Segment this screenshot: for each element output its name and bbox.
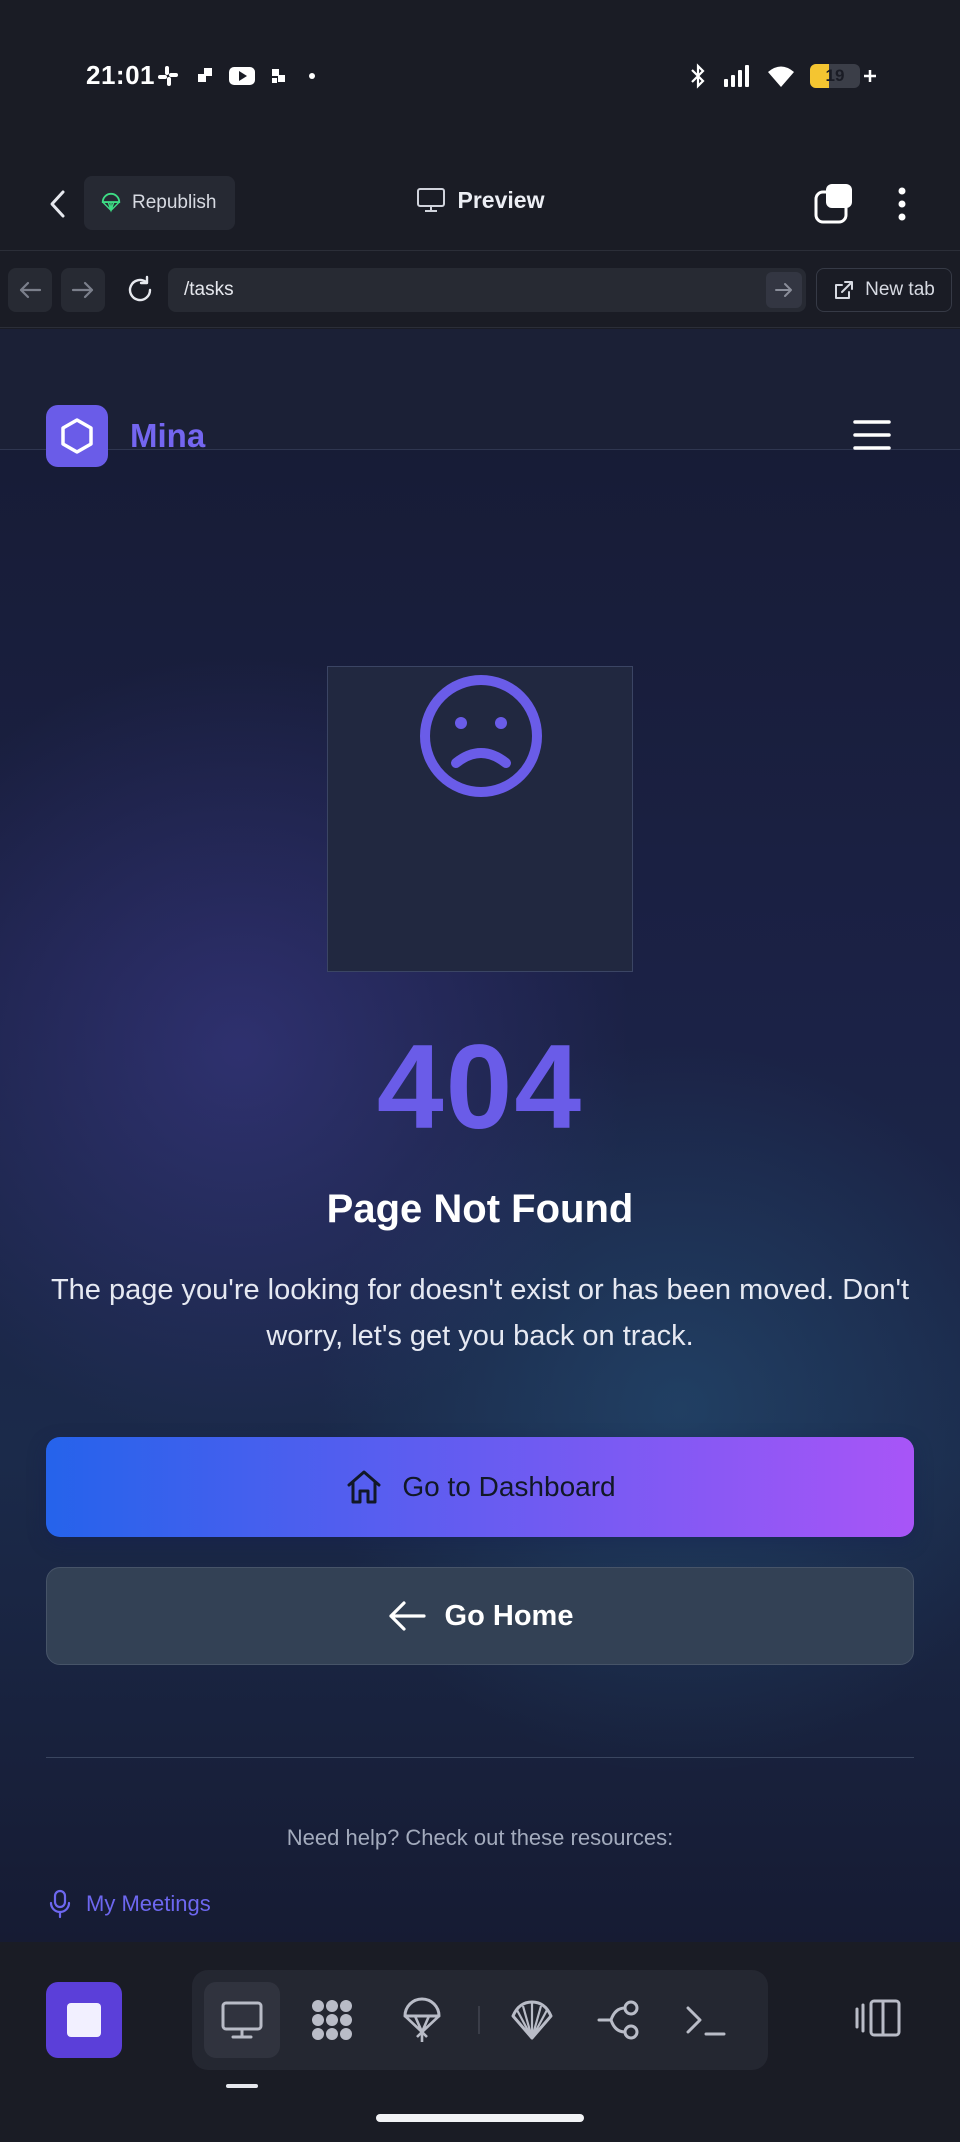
grid-small-icon bbox=[272, 69, 285, 83]
go-home-button[interactable]: Go Home bbox=[46, 1567, 914, 1665]
parachute-icon bbox=[101, 193, 121, 213]
grid-icon bbox=[198, 68, 212, 82]
arrow-right-icon bbox=[775, 283, 792, 297]
charging-plus-icon bbox=[864, 70, 876, 82]
bluetooth-icon bbox=[691, 63, 705, 89]
error-code: 404 bbox=[376, 1020, 584, 1154]
tabs-icon[interactable] bbox=[812, 182, 856, 226]
arrow-left-icon bbox=[19, 281, 42, 299]
url-text: /tasks bbox=[184, 279, 234, 300]
site-logo[interactable] bbox=[46, 405, 108, 467]
new-tab-label: New tab bbox=[865, 279, 935, 300]
web-content: Mina 404 Page Not Found The page you're … bbox=[0, 329, 960, 1942]
status-bar: 21:01 19 bbox=[0, 0, 960, 150]
hexagon-icon bbox=[61, 418, 93, 454]
slack-icon bbox=[158, 66, 178, 86]
go-to-dashboard-button[interactable]: Go to Dashboard bbox=[46, 1437, 914, 1537]
sad-face-icon bbox=[420, 675, 542, 797]
home-icon bbox=[347, 1470, 381, 1504]
dock-tool-apps[interactable] bbox=[294, 1982, 370, 2058]
divider bbox=[46, 1757, 914, 1758]
reload-icon bbox=[128, 275, 152, 302]
stop-button[interactable] bbox=[46, 1982, 122, 2058]
dock-tool-preview[interactable] bbox=[204, 1982, 280, 2058]
browser-forward-button[interactable] bbox=[61, 268, 105, 312]
browser-toolbar: /tasks New tab bbox=[0, 250, 960, 328]
hamburger-menu-icon[interactable] bbox=[852, 417, 892, 453]
republish-label: Republish bbox=[132, 192, 217, 213]
error-illustration bbox=[327, 666, 633, 972]
status-indicators: 19 bbox=[688, 62, 878, 90]
error-title: Page Not Found bbox=[326, 1187, 634, 1231]
youtube-icon bbox=[229, 67, 255, 85]
error-description: The page you're looking for doesn't exis… bbox=[50, 1274, 910, 1353]
terminal-icon bbox=[686, 2006, 726, 2036]
status-time: 21:01 bbox=[86, 60, 155, 90]
arrow-right-icon bbox=[71, 281, 94, 299]
branch-icon bbox=[597, 2000, 639, 2040]
apps-icon bbox=[312, 2000, 352, 2040]
app-bar: Republish Preview bbox=[0, 160, 960, 250]
reload-button[interactable] bbox=[118, 268, 162, 312]
active-tool-indicator bbox=[226, 2084, 258, 2088]
my-meetings-link[interactable]: My Meetings bbox=[48, 1889, 211, 1919]
go-home-label: Go Home bbox=[444, 1599, 574, 1632]
home-indicator[interactable] bbox=[376, 2114, 584, 2122]
preview-label: Preview bbox=[457, 186, 545, 213]
dock-separator bbox=[478, 2006, 480, 2034]
url-go-button[interactable] bbox=[766, 272, 802, 308]
chevron-left-icon bbox=[50, 190, 65, 218]
republish-button[interactable]: Republish bbox=[84, 176, 235, 230]
dock-tool-console[interactable] bbox=[668, 1982, 744, 2058]
dock-tool-deploy[interactable] bbox=[384, 1982, 460, 2058]
url-field[interactable]: /tasks bbox=[168, 268, 806, 312]
battery-icon: 19 bbox=[810, 64, 860, 88]
microphone-icon bbox=[49, 1889, 71, 1919]
panel-toggle-button[interactable] bbox=[848, 1982, 908, 2054]
stop-icon bbox=[67, 2003, 101, 2037]
browser-back-button[interactable] bbox=[8, 268, 52, 312]
dock-tool-workflow[interactable] bbox=[582, 1982, 658, 2058]
deploy-icon bbox=[403, 1997, 441, 2042]
monitor-icon bbox=[221, 2001, 263, 2039]
site-name[interactable]: Mina bbox=[130, 417, 205, 455]
more-options-button[interactable] bbox=[884, 182, 920, 226]
external-link-icon bbox=[835, 281, 854, 299]
dock-tool-shell[interactable] bbox=[494, 1982, 570, 2058]
go-to-dashboard-label: Go to Dashboard bbox=[402, 1471, 616, 1502]
battery-level: 19 bbox=[825, 66, 845, 85]
panel-toggle-icon bbox=[855, 1999, 901, 2037]
back-button[interactable] bbox=[38, 184, 78, 224]
help-text: Need help? Check out these resources: bbox=[286, 1825, 674, 1850]
signal-icon bbox=[724, 65, 749, 87]
new-tab-button[interactable]: New tab bbox=[816, 268, 952, 312]
monitor-icon bbox=[416, 188, 445, 212]
dot-icon bbox=[309, 73, 315, 79]
arrow-left-icon bbox=[388, 1601, 426, 1631]
dock-toolbar bbox=[192, 1970, 768, 2070]
my-meetings-label: My Meetings bbox=[86, 1891, 211, 1916]
shell-icon bbox=[511, 2000, 553, 2040]
more-vertical-icon bbox=[898, 187, 906, 221]
wifi-icon bbox=[768, 66, 794, 87]
bottom-dock bbox=[0, 1942, 960, 2142]
